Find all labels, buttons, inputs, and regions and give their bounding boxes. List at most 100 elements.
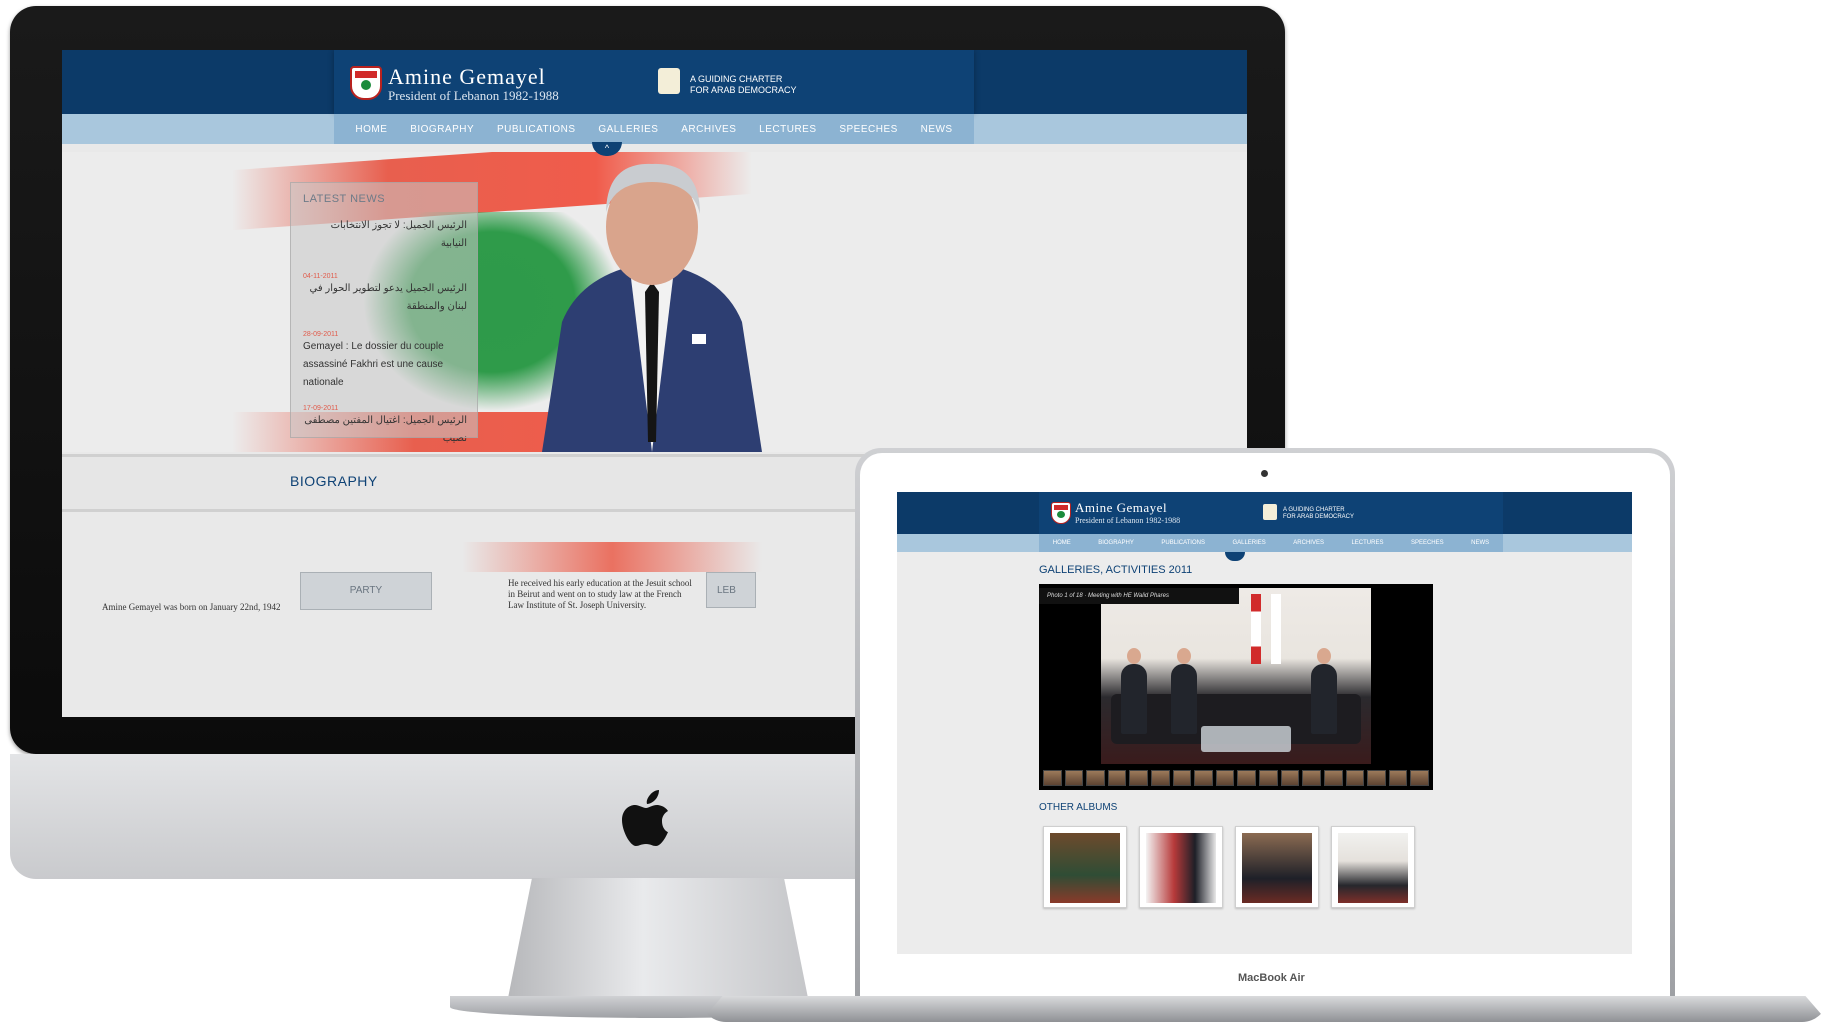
hero-banner: LATEST NEWS الرئيس الجميل: لا تجوز الانت… [62, 152, 1247, 452]
main-nav: HOME BIOGRAPHY PUBLICATIONS GALLERIES AR… [334, 114, 974, 144]
gallery-thumbnail[interactable] [1194, 770, 1213, 786]
news-text: الرئيس الجميل: لا تجوز الانتخابات النياب… [330, 220, 467, 249]
header-brand-bar: Amine Gemayel President of Lebanon 1982-… [334, 50, 974, 114]
lebanon-crest-icon[interactable] [1051, 502, 1071, 524]
header-brand-bar: Amine Gemayel President of Lebanon 1982-… [1039, 492, 1503, 534]
brand-subtitle: President of Lebanon 1982-1988 [1075, 516, 1181, 525]
biography-text-2: He received his early education at the J… [508, 578, 692, 610]
gallery-thumbnail-strip [1043, 770, 1429, 786]
macbook-device: Amine Gemayel President of Lebanon 1982-… [700, 448, 1828, 1035]
gallery-thumbnail[interactable] [1302, 770, 1321, 786]
person-head [1177, 648, 1191, 664]
gallery-thumbnail[interactable] [1367, 770, 1386, 786]
person-figure [1121, 664, 1147, 734]
nav-lectures[interactable]: LECTURES [1351, 540, 1383, 546]
gallery-thumbnail[interactable] [1043, 770, 1062, 786]
nav-galleries[interactable]: GALLERIES [598, 124, 658, 135]
gallery-thumbnail[interactable] [1388, 770, 1408, 786]
news-text: Gemayel : Le dossier du couple assassiné… [303, 341, 444, 388]
macbook-label: MacBook Air [1238, 972, 1305, 984]
news-item[interactable]: 04-11-2011 الرئيس الجميل يدعو لتطوير الح… [303, 273, 467, 316]
main-nav: HOME BIOGRAPHY PUBLICATIONS GALLERIES AR… [1039, 534, 1503, 552]
gallery-thumbnail[interactable] [1345, 770, 1365, 786]
person-figure [1311, 664, 1337, 734]
brand-name[interactable]: Amine Gemayel [1075, 500, 1167, 516]
news-item[interactable]: الرئيس الجميل: لا تجوز الانتخابات النياب… [303, 217, 467, 253]
gallery-thumbnail[interactable] [1129, 770, 1149, 786]
site-header: Amine Gemayel President of Lebanon 1982-… [1039, 492, 1503, 561]
glass-table [1201, 726, 1291, 752]
biography-text-1: Amine Gemayel was born on January 22nd, … [102, 602, 281, 612]
nav-archives[interactable]: ARCHIVES [681, 124, 736, 135]
nav-publications[interactable]: PUBLICATIONS [497, 124, 576, 135]
person-head [1317, 648, 1331, 664]
nav-home[interactable]: HOME [355, 124, 387, 135]
charter-link[interactable]: A GUIDING CHARTER FOR ARAB DEMOCRACY [1283, 507, 1354, 521]
other-albums-title: OTHER ALBUMS [1039, 802, 1118, 813]
news-date: 04-11-2011 [303, 273, 338, 280]
charter-line-2: FOR ARAB DEMOCRACY [690, 85, 797, 95]
gallery-thumbnail[interactable] [1064, 770, 1084, 786]
president-portrait [542, 163, 762, 452]
news-text: الرئيس الجميل يدعو لتطوير الحوار في لبنا… [309, 283, 467, 312]
camera-icon [1261, 470, 1268, 477]
nav-news[interactable]: NEWS [1471, 540, 1489, 546]
person-head [1127, 648, 1141, 664]
nav-galleries[interactable]: GALLERIES [1232, 540, 1265, 546]
news-item[interactable]: 28-09-2011 Gemayel : Le dossier du coupl… [303, 331, 467, 392]
flag [1271, 594, 1281, 664]
nav-publications[interactable]: PUBLICATIONS [1161, 540, 1205, 546]
latest-news-title: LATEST NEWS [303, 193, 386, 205]
latest-news-panel: LATEST NEWS الرئيس الجميل: لا تجوز الانت… [290, 182, 478, 444]
news-text: الرئيس الجميل: اغتيال المفتين مصطفى نصيب [304, 415, 467, 444]
charter-line-1: A GUIDING CHARTER [690, 74, 783, 84]
apple-logo-icon [622, 790, 668, 846]
charter-line-2: FOR ARAB DEMOCRACY [1283, 514, 1355, 520]
gallery-thumbnail[interactable] [1215, 770, 1235, 786]
gallery-thumbnail[interactable] [1259, 770, 1278, 786]
album-thumbnail[interactable] [1331, 826, 1415, 908]
gallery-main-photo[interactable] [1101, 588, 1371, 764]
album-thumbnail[interactable] [1139, 826, 1223, 908]
gallery-title: GALLERIES, ACTIVITIES 2011 [1039, 564, 1193, 576]
charter-scroll-icon[interactable] [1263, 504, 1277, 520]
charter-scroll-icon[interactable] [658, 68, 680, 94]
gallery-thumbnail[interactable] [1410, 770, 1429, 786]
news-item[interactable]: 17-09-2011 الرئيس الجميل: اغتيال المفتين… [303, 405, 467, 448]
nav-speeches[interactable]: SPEECHES [839, 124, 897, 135]
nav-home[interactable]: HOME [1053, 540, 1071, 546]
other-albums-list [1043, 826, 1423, 908]
gallery-thumbnail[interactable] [1323, 770, 1343, 786]
lebanon-flag [1251, 594, 1261, 664]
macbook-base [700, 996, 1828, 1022]
nav-news[interactable]: NEWS [921, 124, 953, 135]
party-button[interactable]: PARTY [300, 572, 432, 610]
nav-archives[interactable]: ARCHIVES [1293, 540, 1324, 546]
brand-name[interactable]: Amine Gemayel [388, 64, 546, 90]
brand-subtitle: President of Lebanon 1982-1988 [388, 88, 559, 103]
gallery-thumbnail[interactable] [1172, 770, 1192, 786]
charter-link[interactable]: A GUIDING CHARTER FOR ARAB DEMOCRACY [690, 74, 797, 96]
album-thumbnail[interactable] [1043, 826, 1127, 908]
biography-title: BIOGRAPHY [290, 473, 378, 489]
person-figure [1171, 664, 1197, 734]
nav-collapse-tab[interactable] [1225, 552, 1245, 561]
gallery-viewer[interactable]: Photo 1 of 18 · Meeting with HE Walid Ph… [1039, 584, 1433, 790]
gallery-thumbnail[interactable] [1151, 770, 1170, 786]
album-thumbnail[interactable] [1235, 826, 1319, 908]
news-date: 28-09-2011 [303, 331, 339, 338]
nav-biography[interactable]: BIOGRAPHY [1098, 540, 1134, 546]
nav-lectures[interactable]: LECTURES [759, 124, 816, 135]
nav-speeches[interactable]: SPEECHES [1411, 540, 1444, 546]
gallery-thumbnail[interactable] [1086, 770, 1105, 786]
gallery-thumbnail[interactable] [1280, 770, 1300, 786]
gallery-thumbnail[interactable] [1107, 770, 1127, 786]
nav-biography[interactable]: BIOGRAPHY [410, 124, 474, 135]
lebanon-crest-icon[interactable] [350, 66, 382, 100]
macbook-screen: Amine Gemayel President of Lebanon 1982-… [897, 492, 1632, 954]
gallery-caption: Photo 1 of 18 · Meeting with HE Walid Ph… [1039, 588, 1239, 604]
charter-line-1: A GUIDING CHARTER [1283, 507, 1345, 513]
site-header: Amine Gemayel President of Lebanon 1982-… [334, 50, 974, 156]
gallery-thumbnail[interactable] [1237, 770, 1257, 786]
news-date: 17-09-2011 [303, 405, 339, 412]
